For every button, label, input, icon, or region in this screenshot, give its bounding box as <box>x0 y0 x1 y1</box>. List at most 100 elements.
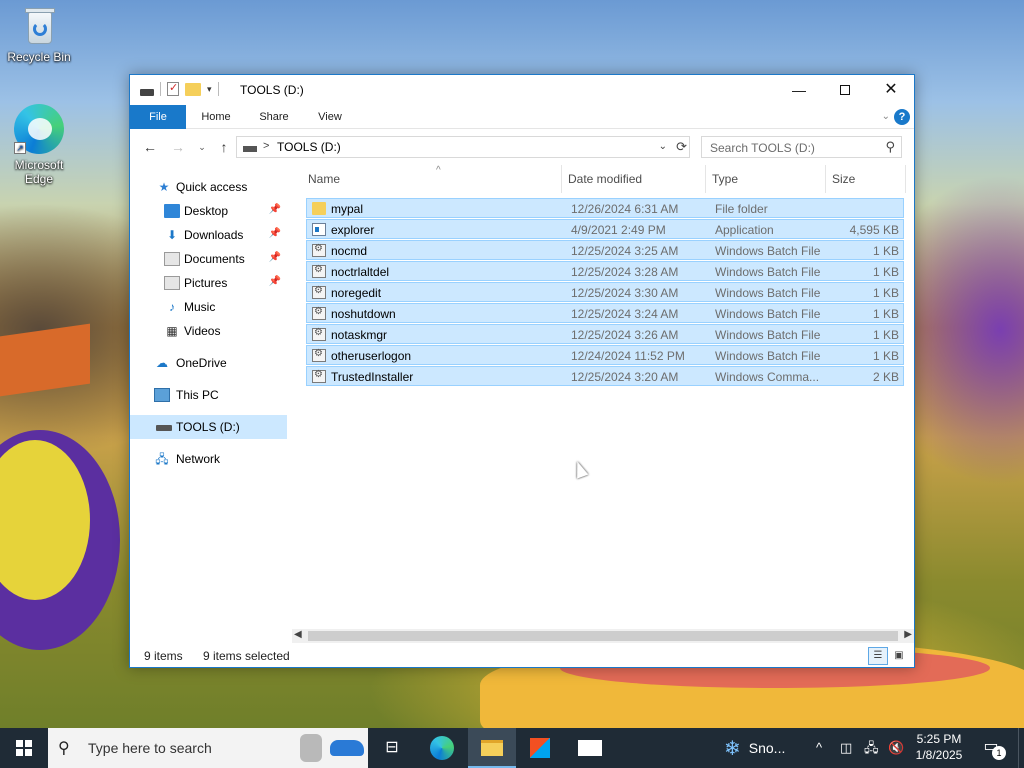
taskbar-search-placeholder: Type here to search <box>88 740 212 756</box>
desktop-icon-recycle-bin[interactable]: Recycle Bin <box>4 6 74 64</box>
desktop-icon-edge[interactable]: ↗ Microsoft Edge <box>4 104 74 186</box>
nav-item-pictures[interactable]: Pictures 📌 <box>130 271 287 295</box>
file-row-trustedinstaller[interactable]: TrustedInstaller 12/25/2024 3:20 AM Wind… <box>306 366 904 386</box>
documents-icon <box>164 252 180 266</box>
status-bar: 9 items 9 items selected ☰ ▣ <box>130 647 914 667</box>
file-row-notaskmgr[interactable]: notaskmgr 12/25/2024 3:26 AM Windows Bat… <box>306 324 904 344</box>
address-bar[interactable]: > TOOLS (D:) ⌄ ⟳ <box>236 136 690 158</box>
back-button[interactable]: ← <box>140 137 160 157</box>
star-icon: ★ <box>158 180 170 194</box>
column-header-size[interactable]: Size <box>826 165 906 193</box>
network-icon[interactable]: 🖧 <box>864 728 879 768</box>
column-header-date[interactable]: Date modified <box>562 165 706 193</box>
navigation-pane: ★ Quick access Desktop 📌 ⬇ Downloads 📌 D… <box>130 165 290 645</box>
close-button[interactable]: ✕ <box>868 75 914 105</box>
show-desktop-button[interactable] <box>1018 728 1024 768</box>
window-title: TOOLS (D:) <box>240 83 304 97</box>
desktop-icon-label: Microsoft Edge <box>14 158 64 186</box>
file-row-noregedit[interactable]: noregedit 12/25/2024 3:30 AM Windows Bat… <box>306 282 904 302</box>
column-header-name[interactable]: ^ Name <box>302 165 562 193</box>
weather-widget[interactable]: ❄ Sno... <box>724 728 785 768</box>
tab-view[interactable]: View <box>308 105 352 129</box>
help-icon[interactable]: ? <box>894 109 910 125</box>
network-icon: 🖧 <box>155 452 169 466</box>
maximize-button[interactable] <box>822 75 868 105</box>
pin-icon[interactable]: 📌 <box>269 252 281 263</box>
nav-item-network[interactable]: 🖧 Network <box>130 447 287 471</box>
large-icons-view-icon[interactable]: ▣ <box>890 647 908 665</box>
file-type: Application <box>715 223 774 237</box>
start-button[interactable] <box>0 728 48 768</box>
file-row-noshutdown[interactable]: noshutdown 12/25/2024 3:24 AM Windows Ba… <box>306 303 904 323</box>
file-name: nocmd <box>331 244 368 258</box>
details-view-icon[interactable]: ☰ <box>868 647 888 665</box>
tab-file[interactable]: File <box>130 105 186 129</box>
toolbar-separator <box>160 82 161 96</box>
nav-item-tools-drive[interactable]: TOOLS (D:) <box>130 415 287 439</box>
nav-item-documents[interactable]: Documents 📌 <box>130 247 287 271</box>
pin-icon[interactable]: 📌 <box>269 228 281 239</box>
clock[interactable]: 5:25 PM 1/8/2025 <box>906 731 972 763</box>
volume-muted-icon[interactable]: 🔇 <box>888 728 904 768</box>
meet-now-icon[interactable]: ◫ <box>840 728 852 768</box>
minimize-button[interactable]: — <box>776 75 822 105</box>
nav-item-desktop[interactable]: Desktop 📌 <box>130 199 287 223</box>
taskbar-store-button[interactable] <box>516 728 564 768</box>
new-folder-icon[interactable] <box>185 82 201 96</box>
taskbar: ⚲ Type here to search ⊟ ❄ Sno... ^ ◫ 🖧 🔇 … <box>0 728 1024 768</box>
store-icon <box>530 737 550 758</box>
breadcrumb-tools[interactable]: TOOLS (D:) <box>277 140 341 154</box>
pin-icon[interactable]: 📌 <box>269 204 281 215</box>
recycle-bin-icon <box>22 6 56 46</box>
tab-share[interactable]: Share <box>252 105 296 129</box>
nav-item-label: OneDrive <box>176 356 227 370</box>
show-hidden-icons-button[interactable]: ^ <box>816 728 822 768</box>
pin-icon[interactable]: 📌 <box>269 276 281 287</box>
title-bar[interactable]: ▾ TOOLS (D:) — ✕ <box>130 75 914 105</box>
expand-ribbon-icon[interactable]: ⌄ <box>882 111 890 122</box>
file-row-mypal[interactable]: mypal 12/26/2024 6:31 AM File folder <box>306 198 904 218</box>
edge-icon: ↗ <box>14 104 64 154</box>
file-row-nocmd[interactable]: nocmd 12/25/2024 3:25 AM Windows Batch F… <box>306 240 904 260</box>
file-row-otheruserlogon[interactable]: otheruserlogon 12/24/2024 11:52 PM Windo… <box>306 345 904 365</box>
file-date: 12/25/2024 3:30 AM <box>571 286 679 300</box>
nav-item-music[interactable]: ♪ Music <box>130 295 287 319</box>
scroll-right-icon[interactable]: ▶ <box>904 629 912 640</box>
nav-item-videos[interactable]: ▦ Videos <box>130 319 287 343</box>
file-date: 12/25/2024 3:24 AM <box>571 307 679 321</box>
file-row-explorer[interactable]: explorer 4/9/2021 2:49 PM Application 4,… <box>306 219 904 239</box>
taskbar-file-explorer-button[interactable] <box>468 728 516 768</box>
weather-text: Sno... <box>748 740 786 756</box>
nav-item-onedrive[interactable]: ☁ OneDrive <box>130 351 287 375</box>
nav-item-downloads[interactable]: ⬇ Downloads 📌 <box>130 223 287 247</box>
taskbar-edge-button[interactable] <box>418 728 466 768</box>
item-count: 9 items <box>144 649 183 663</box>
up-button[interactable]: ↑ <box>214 137 234 157</box>
file-row-noctrlaltdel[interactable]: noctrlaltdel 12/25/2024 3:28 AM Windows … <box>306 261 904 281</box>
nav-item-this-pc[interactable]: This PC <box>130 383 287 407</box>
taskbar-mail-button[interactable] <box>566 728 614 768</box>
recent-locations-button[interactable]: ⌄ <box>192 137 212 157</box>
scroll-left-icon[interactable]: ◀ <box>294 629 302 640</box>
horizontal-scrollbar[interactable]: ◀ ▶ <box>292 629 914 643</box>
desktop-icon-label: Recycle Bin <box>7 50 71 64</box>
address-dropdown-icon[interactable]: ⌄ <box>659 141 667 152</box>
file-size: 1 KB <box>872 286 899 300</box>
breadcrumb-separator[interactable]: > <box>263 140 269 152</box>
clock-date: 1/8/2025 <box>915 748 963 762</box>
desktop-folder-icon <box>164 204 180 218</box>
properties-icon[interactable] <box>167 81 179 96</box>
forward-button[interactable]: → <box>168 137 188 157</box>
scrollbar-thumb[interactable] <box>308 631 898 641</box>
customize-toolbar-icon[interactable]: ▾ <box>207 84 212 95</box>
nav-item-label: Documents <box>184 252 245 266</box>
task-view-button[interactable]: ⊟ <box>368 728 416 768</box>
drive-icon <box>140 88 154 96</box>
nav-item-label: TOOLS (D:) <box>176 420 240 434</box>
refresh-icon[interactable]: ⟳ <box>676 139 687 155</box>
search-input[interactable]: Search TOOLS (D:) ⚲ <box>701 136 902 158</box>
taskbar-search-box[interactable]: ⚲ Type here to search <box>48 728 368 768</box>
nav-item-quick-access[interactable]: ★ Quick access <box>130 175 287 199</box>
column-header-type[interactable]: Type <box>706 165 826 193</box>
tab-home[interactable]: Home <box>194 105 238 129</box>
